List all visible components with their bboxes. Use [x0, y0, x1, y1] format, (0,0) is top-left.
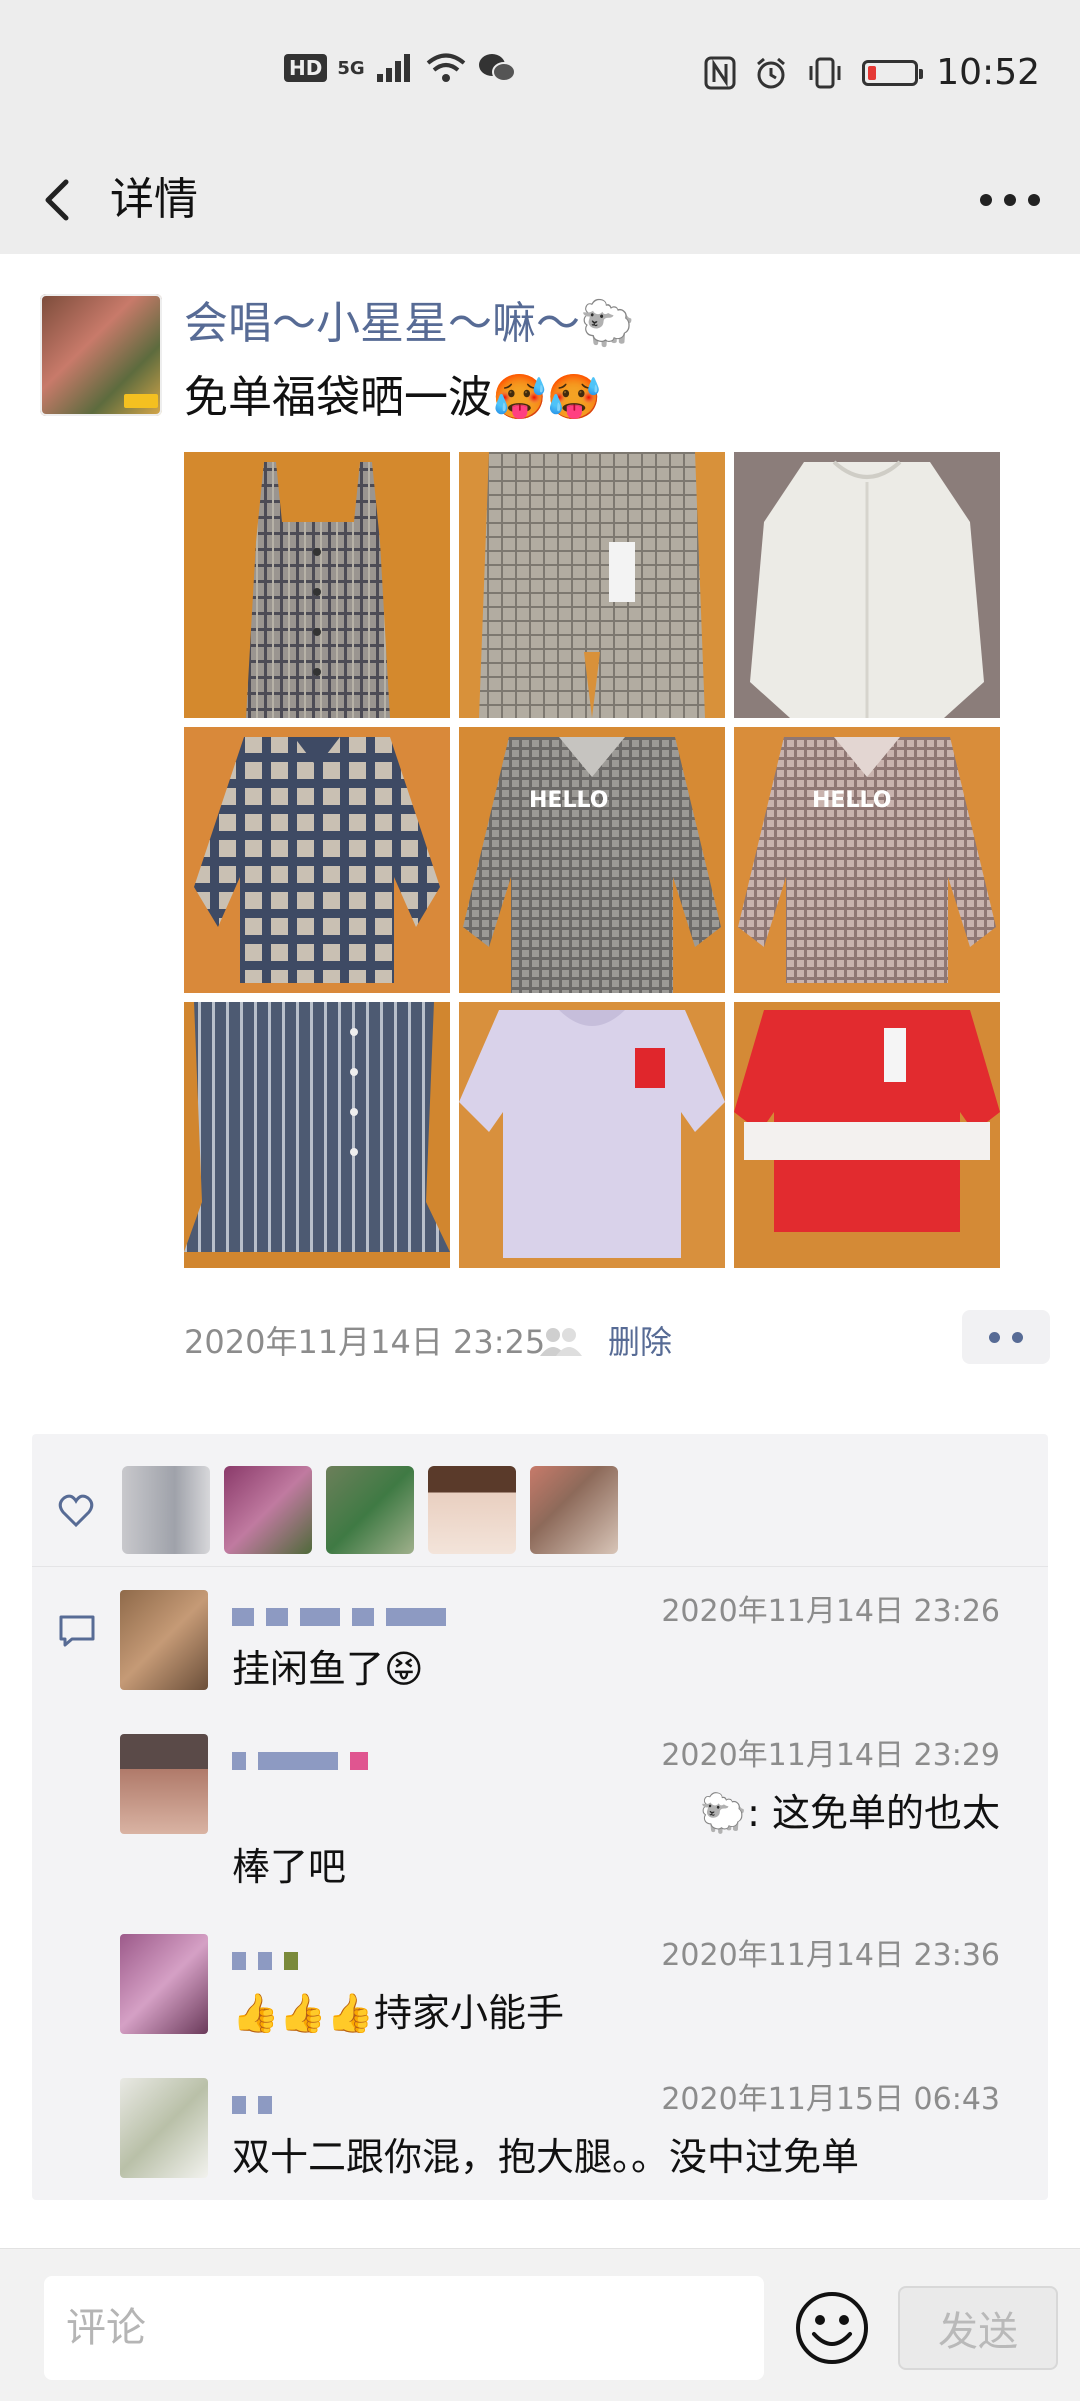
delete-button[interactable]: 删除: [608, 1318, 672, 1366]
heart-icon: [58, 1494, 94, 1528]
post-text-body: 免单福袋晒一波: [184, 372, 492, 423]
liker-avatar-5[interactable]: [530, 1466, 618, 1554]
liker-avatar-3[interactable]: [326, 1466, 414, 1554]
lavender-tshirt-icon: [459, 1010, 725, 1258]
liker-avatar-4[interactable]: [428, 1466, 516, 1554]
photo-6[interactable]: HELLO: [734, 727, 1000, 993]
photo-9[interactable]: [734, 1002, 1000, 1268]
page-title: 详情: [110, 174, 198, 225]
nfc-icon: [704, 56, 736, 89]
plaid-shirt-icon: [194, 737, 440, 983]
plaid-skirt-icon: [479, 452, 705, 718]
battery-icon: [862, 59, 924, 86]
status-right: 10:52: [704, 52, 1040, 93]
photo-7[interactable]: [184, 1002, 450, 1268]
white-coat-icon: [734, 452, 1000, 718]
signal-icon: [376, 54, 410, 82]
commenter-name[interactable]: [232, 1596, 572, 1632]
svg-text:HELLO: HELLO: [529, 788, 608, 813]
striped-skirt-icon: [184, 1002, 450, 1252]
commenter-avatar[interactable]: [120, 1590, 208, 1690]
commenter-avatar[interactable]: [120, 2078, 208, 2178]
post-emoji-1: 🥵: [492, 372, 547, 423]
post-timestamp: 2020年11月14日 23:25: [184, 1323, 546, 1361]
photo-3[interactable]: [734, 452, 1000, 718]
thumbs-up-emoji: 👍: [279, 1991, 327, 2035]
comment-time: 2020年11月14日 23:36: [661, 1938, 1000, 1973]
comment-text-body: 挂闲鱼了: [232, 1647, 385, 1691]
vibrate-icon: [809, 57, 841, 88]
like-comment-menu-button[interactable]: [962, 1310, 1050, 1364]
comment-item[interactable]: 2020年11月14日 23:36 👍👍👍持家小能手: [120, 1934, 1020, 2054]
commenter-avatar[interactable]: [120, 1934, 208, 2034]
emoji-icon[interactable]: [794, 2290, 870, 2366]
more-options-icon[interactable]: [980, 174, 1040, 226]
comment-item[interactable]: 2020年11月14日 23:26 挂闲鱼了😝: [120, 1590, 1020, 1710]
plaid-dress-icon: [246, 462, 390, 718]
comment-emoji: 😝: [384, 1647, 424, 1691]
comment-time: 2020年11月14日 23:29: [661, 1738, 1000, 1773]
post-text: 免单福袋晒一波🥵🥵: [184, 366, 602, 430]
liker-avatar-2[interactable]: [224, 1466, 312, 1554]
commenter-name[interactable]: [232, 1740, 572, 1776]
photo-8[interactable]: [459, 1002, 725, 1268]
comment-input[interactable]: [44, 2276, 764, 2380]
photo-5[interactable]: HELLO: [459, 727, 725, 993]
alarm-icon: [757, 57, 786, 88]
network-type: 5G: [337, 57, 365, 79]
comment-time: 2020年11月15日 06:43: [661, 2082, 1000, 2117]
comment-text: 🐑: 这免单的也太: [699, 1791, 1000, 1835]
back-icon[interactable]: [32, 168, 92, 232]
comment-text: 👍👍👍持家小能手: [232, 1986, 564, 2040]
post-emoji-2: 🥵: [546, 372, 602, 423]
hello-shirt-gray-icon: HELLO: [463, 737, 721, 993]
comment-icon: [59, 1615, 95, 1647]
photo-4[interactable]: [184, 727, 450, 993]
photo-2[interactable]: [459, 452, 725, 718]
nav-bar: 详情: [0, 150, 1080, 254]
red-tshirt-icon: [734, 1010, 1000, 1232]
commenter-name[interactable]: [232, 1940, 572, 1976]
send-button[interactable]: 发送: [898, 2286, 1058, 2370]
author-avatar[interactable]: [40, 294, 162, 416]
comment-text: 双十二跟你混，抱大腿。。没中过免单: [232, 2135, 860, 2179]
photo-1[interactable]: [184, 452, 450, 718]
hd-badge: HD: [284, 54, 328, 82]
clock: 10:52: [936, 52, 1040, 93]
thumbs-up-emoji: 👍: [232, 1991, 280, 2035]
svg-text:HELLO: HELLO: [812, 788, 891, 813]
author-name[interactable]: 会唱～小星星～嘛～🐑: [184, 294, 635, 354]
photo-grid: HELLO HELLO: [184, 452, 1006, 1268]
comment-text-body: 持家小能手: [373, 1991, 564, 2035]
hello-shirt-pink-icon: HELLO: [738, 737, 996, 983]
status-left: HD 5G: [284, 52, 517, 84]
friends-visibility-icon: [540, 1328, 582, 1356]
wifi-icon: [426, 53, 465, 82]
status-bar: HD 5G 10:52: [0, 0, 1080, 150]
comment-time: 2020年11月14日 23:26: [661, 1594, 1000, 1629]
comment-item[interactable]: 2020年11月15日 06:43 双十二跟你混，抱大腿。。没中过免单: [120, 2078, 1020, 2198]
thumbs-up-emoji: 👍: [326, 1991, 374, 2035]
commenter-name[interactable]: [232, 2084, 572, 2120]
comment-item[interactable]: 2020年11月14日 23:29 🐑: 这免单的也太 棒了吧: [120, 1734, 1020, 1904]
liker-avatar-1[interactable]: [122, 1466, 210, 1554]
comment-text-continued: 棒了吧: [232, 1845, 347, 1889]
wechat-icon: [478, 54, 516, 82]
comment-text: 挂闲鱼了😝: [232, 1642, 424, 1696]
commenter-avatar[interactable]: [120, 1734, 208, 1834]
